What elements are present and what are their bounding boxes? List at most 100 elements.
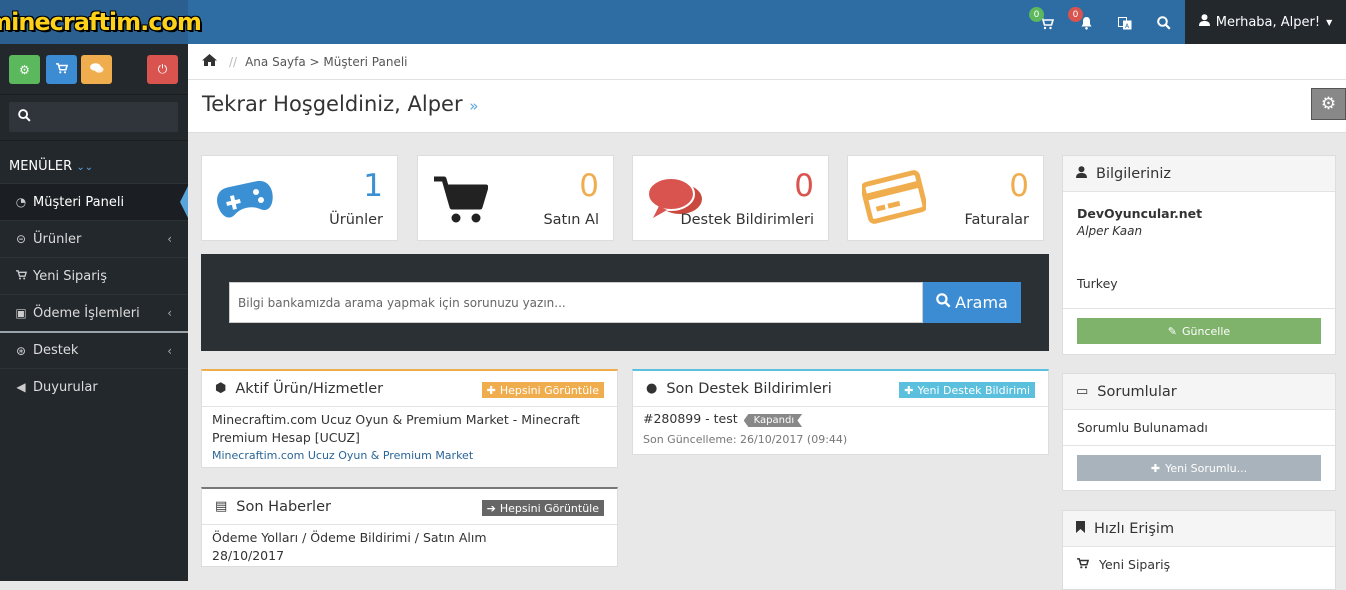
- ticket-updated: Son Güncelleme: 26/10/2017 (09:44): [643, 433, 848, 446]
- arrow-right-icon: ➔: [486, 501, 496, 515]
- page-title: Tekrar Hoşgeldiniz, Alper »: [202, 92, 479, 116]
- plus-icon: ✚: [486, 383, 496, 397]
- cart-icon[interactable]: 0: [1029, 7, 1057, 33]
- stat-value: 0: [579, 168, 599, 204]
- stat-label: Destek Bildirimleri: [680, 212, 814, 228]
- home-icon[interactable]: [202, 54, 217, 69]
- cogs-icon: ⚙: [19, 62, 30, 77]
- sidebar-item-announcements[interactable]: ◀ Duyurular: [0, 368, 188, 405]
- cart-icon: [55, 62, 68, 77]
- kb-search-button[interactable]: Arama: [923, 282, 1021, 323]
- active-products-panel: ⬢ Aktif Ürün/Hizmetler ✚ Hepsini Görüntüle…: [201, 369, 618, 468]
- breadcrumb: // Ana Sayfa > Müşteri Paneli: [188, 44, 1346, 80]
- language-icon[interactable]: A: [1115, 13, 1135, 33]
- product-title[interactable]: Minecraftim.com Ucuz Oyun & Premium Mark…: [212, 411, 607, 447]
- news-date: 28/10/2017: [212, 548, 285, 563]
- company-name: DevOyuncular.net: [1077, 206, 1203, 221]
- breadcrumb-path[interactable]: Ana Sayfa > Müşteri Paneli: [245, 55, 407, 69]
- quick-new-order-link[interactable]: Yeni Sipariş: [1063, 547, 1335, 582]
- folder-icon: ▭: [1076, 384, 1089, 399]
- search-icon[interactable]: [1154, 13, 1174, 33]
- logo[interactable]: minecraftim.com: [0, 0, 202, 44]
- cart-icon: [1077, 557, 1090, 572]
- ticket-row[interactable]: #280899 - test Kapandı: [643, 411, 1038, 427]
- sidebar-item-support[interactable]: ⊛ Destek ‹: [0, 331, 188, 368]
- page-header: Tekrar Hoşgeldiniz, Alper » ⚙: [188, 80, 1346, 133]
- search-icon: [18, 108, 31, 126]
- stat-value: 0: [794, 168, 814, 204]
- menu-heading: MENÜLER ⌄⌄: [9, 159, 94, 174]
- quick-access-panel: Hızlı Erişim Yeni Sipariş: [1062, 510, 1336, 590]
- newspaper-icon: ▤: [215, 499, 228, 514]
- chat-quick-button[interactable]: [81, 55, 112, 84]
- stat-label: Ürünler: [329, 212, 383, 228]
- cart-icon: [12, 269, 30, 283]
- new-contact-button[interactable]: ✚ Yeni Sorumlu...: [1077, 455, 1321, 481]
- cart-count-badge: 0: [1029, 7, 1044, 22]
- gear-icon: ⚙: [1320, 94, 1337, 114]
- sidebar-item-dashboard[interactable]: ◔ Müşteri Paneli: [0, 183, 188, 220]
- chevron-left-icon: ‹: [167, 232, 172, 246]
- stat-value: 1: [363, 168, 383, 204]
- pencil-icon: ✎: [1167, 324, 1178, 338]
- cart-icon: [432, 174, 489, 228]
- gamepad-icon: ⊝: [15, 232, 27, 246]
- contacts-empty: Sorumlu Bulunamadı: [1063, 410, 1335, 446]
- power-icon: ⏻: [157, 62, 168, 76]
- product-link[interactable]: Minecraftim.com Ucuz Oyun & Premium Mark…: [212, 449, 607, 462]
- comments-icon: [89, 62, 104, 77]
- account-info-panel: Bilgileriniz DevOyuncular.net Alper Kaan…: [1062, 155, 1336, 355]
- bell-icon[interactable]: 0: [1068, 7, 1096, 33]
- stat-value: 0: [1009, 168, 1029, 204]
- client-country: Turkey: [1077, 276, 1118, 291]
- stat-card-buy[interactable]: 0 Satın Al: [417, 155, 614, 241]
- view-all-products-button[interactable]: ✚ Hepsini Görüntüle: [481, 382, 604, 398]
- cart-quick-button[interactable]: [46, 55, 77, 84]
- user-icon: [1076, 165, 1087, 182]
- sidebar-item-billing[interactable]: ▣ Ödeme İşlemleri ‹: [0, 294, 188, 331]
- settings-gear-button[interactable]: ⚙: [1311, 88, 1346, 120]
- credit-card-icon: [860, 170, 928, 228]
- user-icon: [1198, 14, 1210, 30]
- money-icon: ▣: [15, 306, 27, 320]
- bullhorn-icon: ◀: [16, 380, 26, 394]
- stat-card-invoices[interactable]: 0 Faturalar: [847, 155, 1044, 241]
- logout-button[interactable]: ⏻: [147, 55, 178, 84]
- view-all-news-button[interactable]: ➔ Hepsini Görüntüle: [481, 500, 604, 516]
- knowledgebase-search: Bilgi bankamızda arama yapmak için sorun…: [201, 254, 1049, 351]
- stat-label: Satın Al: [543, 212, 599, 228]
- comments-icon: ●: [646, 381, 658, 396]
- stat-card-products[interactable]: 1 Ürünler: [201, 155, 398, 241]
- settings-quick-button[interactable]: ⚙: [9, 55, 40, 84]
- recent-tickets-panel: ● Son Destek Bildirimleri ✚ Yeni Destek Bi…: [632, 369, 1049, 455]
- kb-search-input[interactable]: Bilgi bankamızda arama yapmak için sorun…: [229, 282, 923, 323]
- sidebar-item-products[interactable]: ⊝ Ürünler ‹: [0, 220, 188, 257]
- caret-down-icon: ▼: [1326, 17, 1333, 27]
- cube-icon: ⬢: [215, 381, 227, 396]
- dashboard-icon: ◔: [15, 195, 27, 209]
- plus-icon: ✚: [904, 383, 914, 397]
- client-name: Alper Kaan: [1077, 224, 1143, 238]
- double-chevron-down-icon: ⌄⌄: [76, 162, 94, 173]
- sidebar-search-input[interactable]: [9, 102, 178, 132]
- gamepad-icon: [216, 174, 274, 228]
- user-menu[interactable]: Merhaba, Alper! ▼: [1185, 0, 1346, 44]
- sidebar-item-new-order[interactable]: Yeni Sipariş: [0, 257, 188, 294]
- status-badge: Kapandı: [743, 414, 803, 427]
- chevron-left-icon: ‹: [167, 306, 172, 320]
- sidebar: ⚙ ⏻ MENÜLER ⌄⌄ ◔ Müşteri Paneli ⊝ Ürünle…: [0, 44, 188, 581]
- lifebuoy-icon: ⊛: [15, 343, 27, 358]
- news-title[interactable]: Ödeme Yolları / Ödeme Bildirimi / Satın …: [212, 529, 607, 547]
- update-info-button[interactable]: ✎ Güncelle: [1077, 318, 1321, 344]
- bookmark-icon: [1076, 520, 1085, 537]
- user-greeting: Merhaba, Alper!: [1215, 14, 1321, 30]
- search-icon: [936, 293, 951, 312]
- contacts-panel: ▭ Sorumlular Sorumlu Bulunamadı ✚ Yeni Sor…: [1062, 373, 1336, 491]
- stat-label: Faturalar: [964, 212, 1030, 228]
- stat-card-tickets[interactable]: 0 Destek Bildirimleri: [632, 155, 829, 241]
- top-navbar: minecraftim.com 0 0 A Merhaba, Alper! ▼: [0, 0, 1346, 44]
- chevron-left-icon: ‹: [167, 343, 172, 358]
- news-panel: ▤ Son Haberler ➔ Hepsini Görüntüle Ödeme Y…: [201, 487, 618, 567]
- new-ticket-button[interactable]: ✚ Yeni Destek Bildirimi: [899, 382, 1035, 398]
- notification-count-badge: 0: [1068, 7, 1083, 22]
